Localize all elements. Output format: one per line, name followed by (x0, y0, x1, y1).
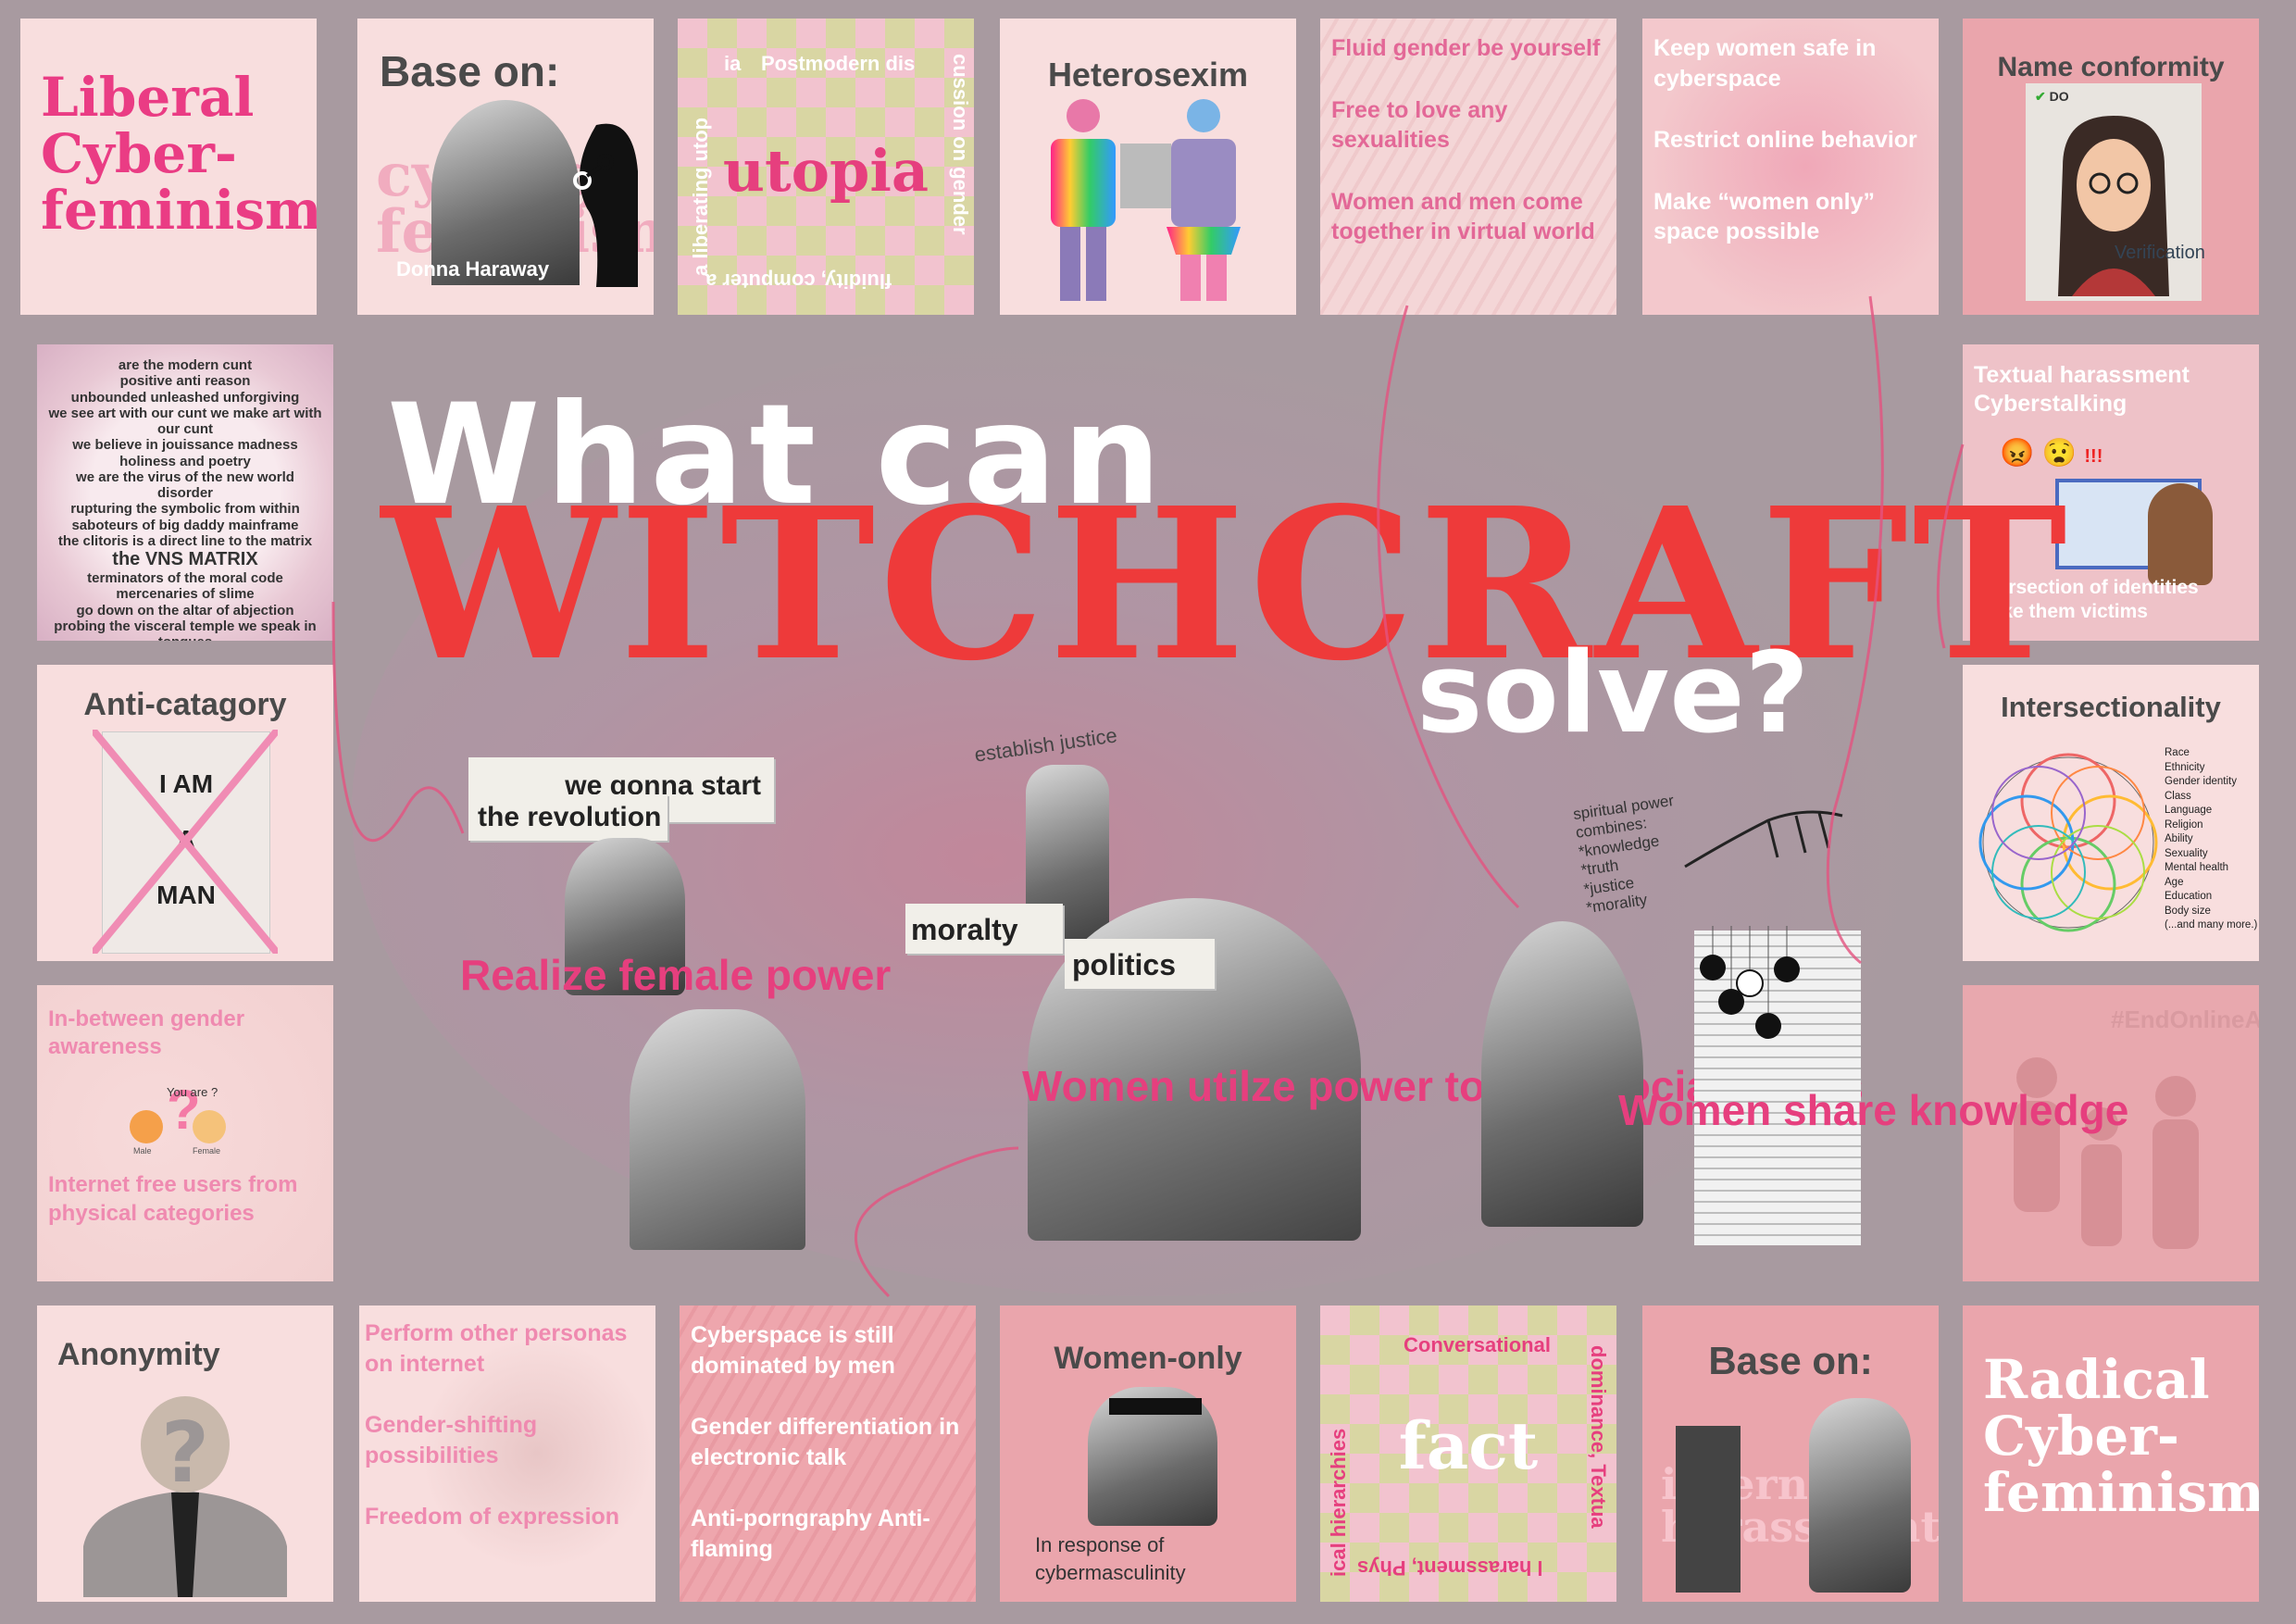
decorative-arrows (331, 295, 1965, 1298)
